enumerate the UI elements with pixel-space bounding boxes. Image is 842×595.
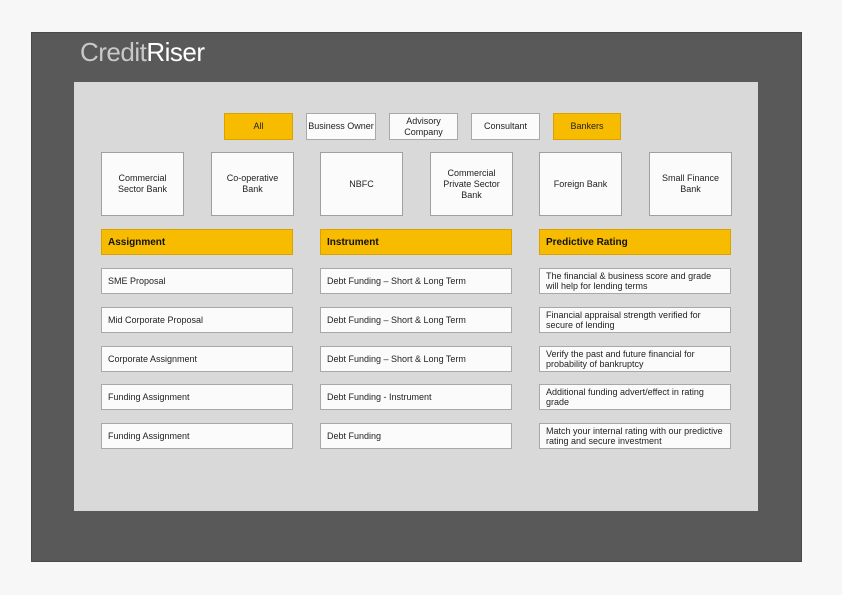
brand-logo: CreditRiser xyxy=(80,37,205,68)
bank-card-small-finance[interactable]: Small Finance Bank xyxy=(649,152,732,216)
brand-logo-part2: Riser xyxy=(146,37,205,67)
instrument-item[interactable]: Debt Funding xyxy=(320,423,512,449)
assignment-item[interactable]: Funding Assignment xyxy=(101,423,293,449)
bank-card-commercial-sector[interactable]: Commercial Sector Bank xyxy=(101,152,184,216)
bank-card-nbfc[interactable]: NBFC xyxy=(320,152,403,216)
filter-business-owner-button[interactable]: Business Owner xyxy=(306,113,376,140)
instrument-header: Instrument xyxy=(320,229,512,255)
brand-logo-part1: Credit xyxy=(80,37,147,67)
instrument-item[interactable]: Debt Funding – Short & Long Term xyxy=(320,307,512,333)
predictive-rating-item[interactable]: Additional funding advert/effect in rati… xyxy=(539,384,731,410)
assignment-item[interactable]: Funding Assignment xyxy=(101,384,293,410)
predictive-rating-item[interactable]: Match your internal rating with our pred… xyxy=(539,423,731,449)
filter-bankers-button[interactable]: Bankers xyxy=(553,113,621,140)
filter-consultant-button[interactable]: Consultant xyxy=(471,113,540,140)
bank-card-co-operative[interactable]: Co-operative Bank xyxy=(211,152,294,216)
assignment-item[interactable]: Corporate Assignment xyxy=(101,346,293,372)
filter-all-button[interactable]: All xyxy=(224,113,293,140)
instrument-item[interactable]: Debt Funding - Instrument xyxy=(320,384,512,410)
bank-card-commercial-private-sector[interactable]: Commercial Private Sector Bank xyxy=(430,152,513,216)
predictive-rating-item[interactable]: Verify the past and future financial for… xyxy=(539,346,731,372)
instrument-item[interactable]: Debt Funding – Short & Long Term xyxy=(320,268,512,294)
predictive-rating-item[interactable]: Financial appraisal strength verified fo… xyxy=(539,307,731,333)
assignment-item[interactable]: Mid Corporate Proposal xyxy=(101,307,293,333)
predictive-rating-item[interactable]: The financial & business score and grade… xyxy=(539,268,731,294)
instrument-item[interactable]: Debt Funding – Short & Long Term xyxy=(320,346,512,372)
predictive-rating-header: Predictive Rating xyxy=(539,229,731,255)
filter-advisory-company-button[interactable]: Advisory Company xyxy=(389,113,458,140)
assignment-header: Assignment xyxy=(101,229,293,255)
assignment-item[interactable]: SME Proposal xyxy=(101,268,293,294)
bank-card-foreign[interactable]: Foreign Bank xyxy=(539,152,622,216)
